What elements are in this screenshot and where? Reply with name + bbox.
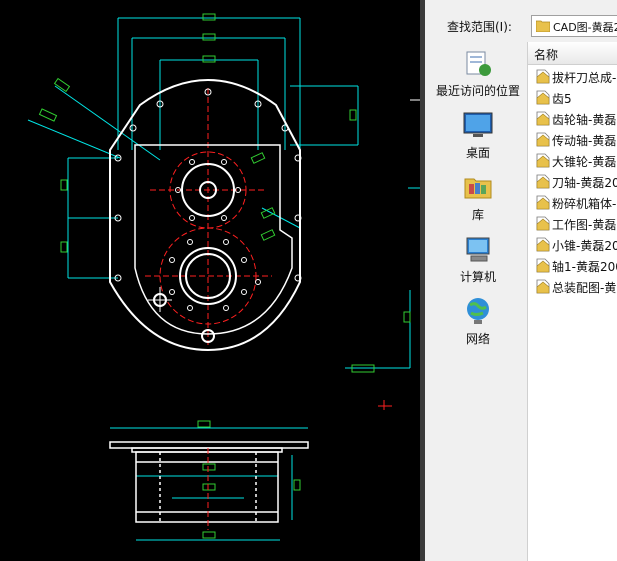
place-library[interactable]: 库 — [429, 170, 527, 228]
column-header-label: 名称 — [534, 48, 559, 62]
file-name: 齿5 — [552, 92, 572, 106]
look-in-label: 查找范围(I): — [447, 20, 512, 34]
desktop-icon — [463, 112, 493, 137]
file-name: 小锥-黄磊20 — [552, 239, 617, 253]
library-icon — [464, 178, 492, 199]
file-list-item[interactable]: 大锥轮-黄磊 — [528, 150, 617, 170]
dwg-file-icon — [536, 195, 550, 210]
file-list-item[interactable]: 齿5 — [528, 87, 617, 107]
file-name: 刀轴-黄磊20 — [552, 176, 617, 190]
place-label: 桌面 — [465, 146, 490, 160]
dwg-file-icon — [536, 132, 550, 147]
place-label: 计算机 — [459, 270, 496, 284]
file-list-item[interactable]: 齿轮轴-黄磊 — [528, 108, 617, 128]
place-recent[interactable]: 最近访问的位置 — [429, 46, 527, 104]
dwg-file-icon — [536, 90, 550, 105]
dwg-file-icon — [536, 111, 550, 126]
dwg-file-icon — [536, 258, 550, 273]
look-in-value: CAD图-黄磊2 — [553, 21, 617, 34]
dwg-file-icon — [536, 153, 550, 168]
file-name: 工作图-黄磊 — [552, 218, 617, 232]
file-name: 传动轴-黄磊 — [552, 134, 617, 148]
places-bar: 最近访问的位置 桌面 库 计算机 网络 — [429, 42, 527, 561]
look-in-dropdown[interactable]: CAD图-黄磊2 — [531, 15, 617, 37]
dwg-file-icon — [536, 69, 550, 84]
place-computer[interactable]: 计算机 — [429, 232, 527, 290]
dwg-file-icon — [536, 237, 550, 252]
place-network[interactable]: 网络 — [429, 294, 527, 352]
column-header-name[interactable]: 名称 — [528, 42, 617, 65]
file-name: 粉碎机箱体- — [552, 197, 617, 211]
folder-icon — [536, 20, 550, 32]
side-view — [109, 441, 309, 530]
place-label: 最近访问的位置 — [435, 84, 520, 98]
dwg-file-icon — [536, 279, 550, 294]
recent-places-icon — [466, 51, 491, 76]
network-icon — [467, 298, 489, 324]
file-list-item[interactable]: 总装配图-黄 — [528, 276, 617, 296]
file-name: 总装配图-黄 — [552, 281, 617, 295]
file-list-item[interactable]: 轴1-黄磊200 — [528, 255, 617, 275]
file-list-item[interactable]: 工作图-黄磊 — [528, 213, 617, 233]
dwg-file-icon — [536, 216, 550, 231]
misc-markers — [378, 99, 420, 410]
file-name: 拔杆刀总成- — [552, 71, 617, 85]
file-name: 大锥轮-黄磊 — [552, 155, 617, 169]
file-list-item[interactable]: 粉碎机箱体- — [528, 192, 617, 212]
place-desktop[interactable]: 桌面 — [429, 108, 527, 166]
cad-drawing-canvas[interactable] — [0, 0, 420, 561]
open-file-dialog: 查找范围(I): CAD图-黄磊2 最近访问的位置 桌面 库 计算机 网络 名称… — [420, 0, 617, 561]
place-label: 网络 — [465, 332, 490, 346]
file-list-item[interactable]: 传动轴-黄磊 — [528, 129, 617, 149]
file-name: 齿轮轴-黄磊 — [552, 113, 617, 127]
file-name: 轴1-黄磊200 — [552, 260, 617, 274]
file-list: 名称 拔杆刀总成- 齿5 齿轮轴-黄磊 传动轴-黄磊 大锥轮-黄磊 刀轴-黄磊20 粉碎机箱… — [527, 42, 617, 561]
computer-icon — [466, 237, 490, 262]
file-list-item[interactable]: 拔杆刀总成- — [528, 66, 617, 86]
dimension-text-boxes — [38, 13, 411, 539]
place-label: 库 — [471, 208, 484, 222]
look-in-row: 查找范围(I): CAD图-黄磊2 — [425, 12, 617, 40]
file-list-item[interactable]: 小锥-黄磊20 — [528, 234, 617, 254]
file-list-item[interactable]: 刀轴-黄磊20 — [528, 171, 617, 191]
dwg-file-icon — [536, 174, 550, 189]
